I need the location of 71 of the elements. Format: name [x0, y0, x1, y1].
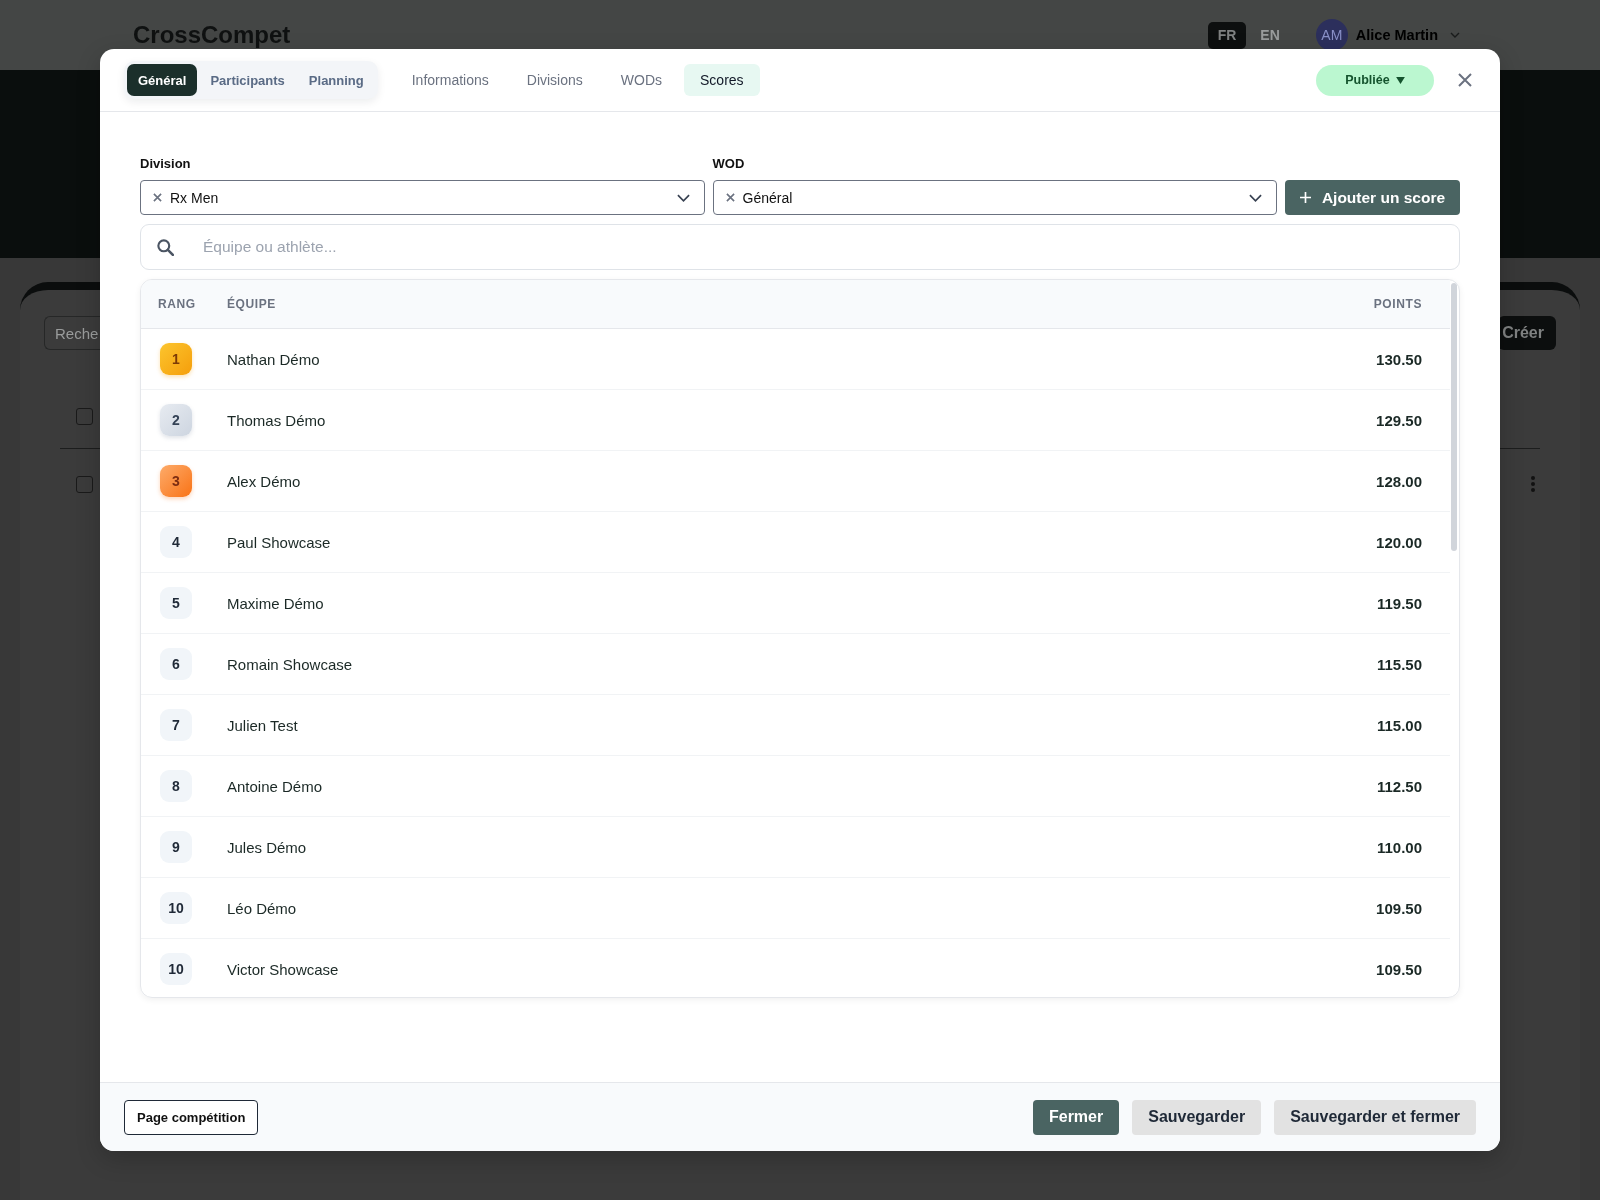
section-tab[interactable]: Scores [684, 64, 760, 96]
view-tab[interactable]: Général [127, 64, 198, 96]
select-field[interactable]: Général [712, 180, 1277, 215]
column-header: RANG [158, 297, 197, 311]
field-label: Division [140, 156, 191, 172]
footer-button[interactable]: Fermer [1032, 1099, 1120, 1135]
caret-icon [1395, 76, 1405, 84]
section-tab[interactable]: Informations [395, 64, 505, 96]
team-name: Antoine Démo [227, 777, 324, 795]
clear-icon[interactable] [725, 193, 735, 202]
chevron-icon [1249, 193, 1262, 202]
scrollbar-thumb[interactable] [1451, 283, 1457, 551]
points-value: 109.50 [1376, 899, 1422, 917]
status-dropdown[interactable]: Publiée [1316, 64, 1434, 96]
create-button[interactable]: Créer [1498, 316, 1556, 350]
more-icon[interactable] [1531, 476, 1535, 492]
points-value: 128.00 [1376, 472, 1422, 490]
points-value: 130.50 [1376, 350, 1422, 368]
checkbox[interactable] [76, 408, 93, 425]
competition-page-button[interactable]: Page compétition [124, 1099, 259, 1135]
language-toggle[interactable]: FR [1207, 21, 1247, 49]
rank-badge: 4 [160, 526, 192, 558]
add-score-button[interactable]: Ajouter un score [1285, 180, 1460, 215]
points-value: 109.50 [1376, 960, 1422, 978]
rank-badge: 1 [160, 343, 192, 375]
points-value: 129.50 [1376, 411, 1422, 429]
column-header: POINTS [1373, 297, 1422, 311]
search-icon [157, 238, 174, 256]
language-toggle[interactable]: EN [1250, 21, 1290, 49]
view-tab[interactable]: Planning [297, 64, 375, 96]
points-value: 120.00 [1376, 533, 1422, 551]
clear-icon[interactable] [153, 193, 162, 202]
rank-badge: 7 [160, 709, 192, 741]
chevron-icon[interactable] [1450, 32, 1460, 38]
points-value: 119.50 [1376, 594, 1422, 612]
chevron-icon [676, 193, 690, 202]
field-label: WOD [712, 156, 745, 172]
points-value: 110.00 [1376, 838, 1422, 856]
rank-badge: 6 [160, 648, 192, 680]
team-name: Julien Test [227, 716, 299, 734]
team-name: Thomas Démo [227, 411, 327, 429]
column-header: ÉQUIPE [227, 297, 277, 311]
rank-badge: 9 [160, 831, 192, 863]
select-field[interactable]: Rx Men [140, 180, 705, 215]
avatar: AM [1315, 19, 1348, 51]
rank-badge: 8 [160, 770, 192, 802]
rank-badge: 10 [160, 892, 192, 924]
section-tab[interactable]: WODs [604, 64, 678, 96]
footer-button[interactable]: Sauvegarder [1132, 1099, 1262, 1135]
team-name: Romain Showcase [227, 655, 354, 673]
points-value: 115.00 [1376, 716, 1422, 734]
plus-icon [1299, 192, 1311, 203]
search-field[interactable]: Équipe ou athlète... [140, 224, 1460, 270]
points-value: 115.50 [1376, 655, 1422, 673]
points-value: 112.50 [1376, 777, 1422, 795]
team-name: Paul Showcase [227, 533, 332, 551]
rank-badge: 10 [160, 953, 192, 985]
team-name: Maxime Démo [227, 594, 325, 612]
team-name: Jules Démo [227, 838, 308, 856]
checkbox[interactable] [76, 475, 93, 493]
section-tab[interactable]: Divisions [510, 64, 599, 96]
view-tab[interactable]: Participants [199, 64, 296, 96]
close-icon [1458, 73, 1472, 87]
team-name: Alex Démo [227, 472, 302, 490]
rank-badge: 2 [160, 404, 192, 436]
rank-badge: 3 [160, 465, 192, 497]
rank-badge: 5 [160, 587, 192, 619]
team-name: Nathan Démo [227, 350, 321, 368]
footer-button[interactable]: Sauvegarder et fermer [1274, 1099, 1476, 1135]
team-name: Léo Démo [227, 899, 298, 917]
team-name: Victor Showcase [227, 960, 340, 978]
